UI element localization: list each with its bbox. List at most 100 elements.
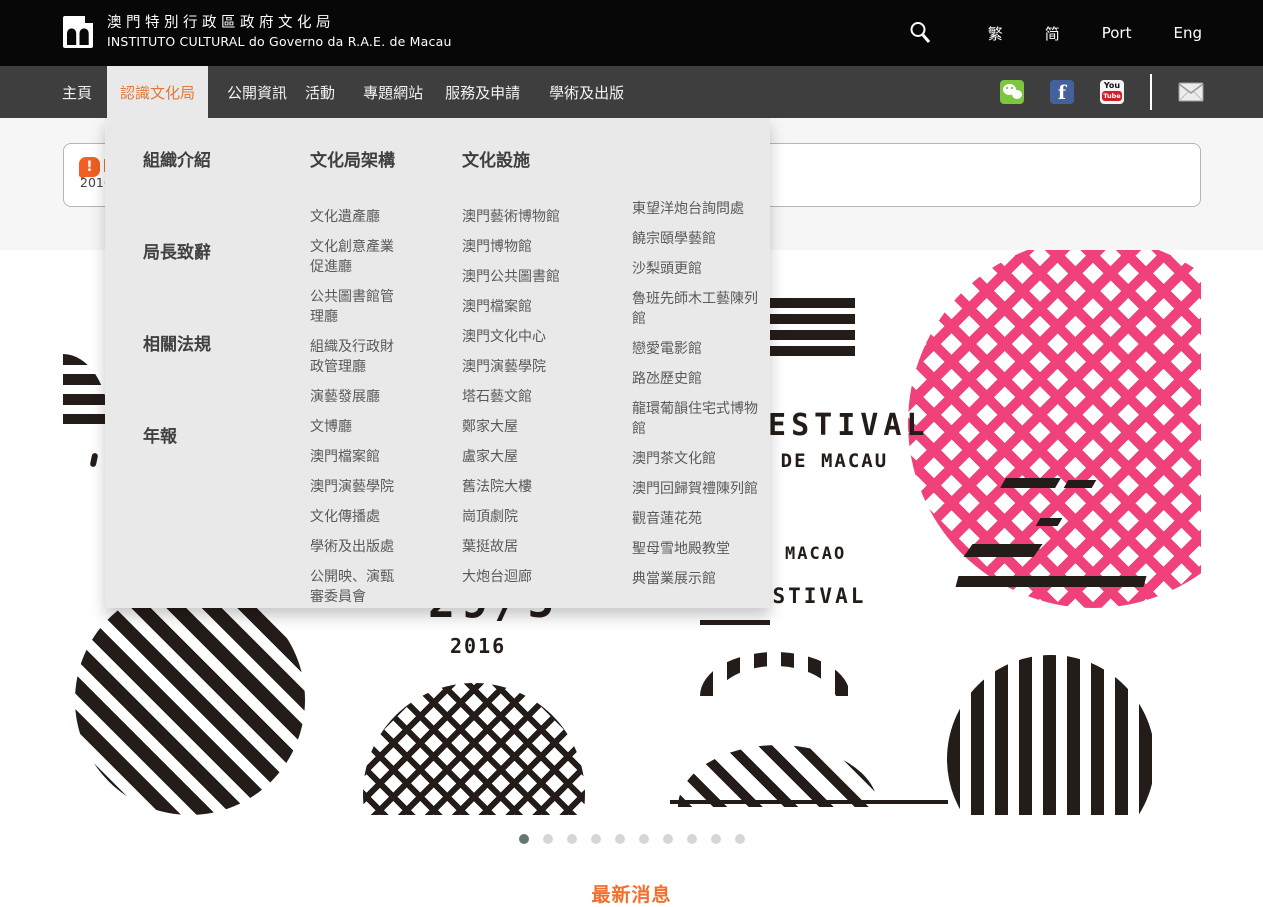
carousel-dot-4[interactable] xyxy=(591,834,601,844)
megamenu-structure-link[interactable]: 演藝發展廳 xyxy=(310,387,398,407)
banner-vertical-striped-circle xyxy=(947,655,1155,815)
megamenu-structure-link[interactable]: 文化傳播處 xyxy=(310,507,398,527)
megamenu-facilities-column-1: 文化設施 澳門藝術博物館澳門博物館澳門公共圖書館澳門檔案館澳門文化中心澳門演藝學… xyxy=(462,146,582,597)
alert-bubble-icon: ! xyxy=(79,157,100,177)
megamenu-facility-link[interactable]: 盧家大屋 xyxy=(462,447,582,467)
lang-english[interactable]: Eng xyxy=(1173,24,1202,42)
megamenu-structure-link[interactable]: 澳門檔案館 xyxy=(310,447,398,467)
megamenu-facility-link[interactable]: 觀音蓮花苑 xyxy=(632,509,760,529)
nav-item-home[interactable]: 主頁 xyxy=(62,66,92,118)
youtube-tube-text: Tube xyxy=(1102,91,1122,101)
megamenu-structure-link[interactable]: 文化創意產業促進廳 xyxy=(310,237,398,277)
site-header: 澳門特別行政區政府文化局 INSTITUTO CULTURAL do Gover… xyxy=(0,0,1263,66)
megamenu-facility-link[interactable]: 戀愛電影館 xyxy=(632,339,760,359)
megamenu-facilities-heading[interactable]: 文化設施 xyxy=(462,146,582,171)
facebook-icon[interactable]: f xyxy=(1050,80,1074,104)
megamenu-facility-link[interactable]: 澳門茶文化館 xyxy=(632,449,760,469)
lang-traditional-chinese[interactable]: 繁 xyxy=(988,23,1003,44)
banner-thin-bar xyxy=(700,620,770,625)
megamenu-facility-link[interactable]: 龍環葡韻住宅式博物館 xyxy=(632,399,760,439)
megamenu-facility-link[interactable]: 塔石藝文館 xyxy=(462,387,582,407)
lang-simplified-chinese[interactable]: 简 xyxy=(1045,23,1060,44)
megamenu-primary-link[interactable]: 局長致辭 xyxy=(143,238,211,263)
megamenu-structure-column: 文化局架構 文化遺產廳文化創意產業促進廳公共圖書館管理廳組織及行政財政管理廳演藝… xyxy=(310,146,398,617)
megamenu-facility-link[interactable]: 饒宗頤學藝館 xyxy=(632,229,760,249)
nav-item-publications[interactable]: 學術及出版 xyxy=(549,66,624,118)
megamenu-structure-link[interactable]: 文化遺產廳 xyxy=(310,207,398,227)
social-divider xyxy=(1150,74,1152,110)
banner-pink-accent-dash xyxy=(1000,478,1061,488)
carousel-dot-3[interactable] xyxy=(567,834,577,844)
megamenu-structure-link[interactable]: 公共圖書館管理廳 xyxy=(310,287,398,327)
wechat-icon[interactable] xyxy=(1000,80,1024,104)
megamenu-facility-link[interactable]: 澳門公共圖書館 xyxy=(462,267,582,287)
megamenu-primary-link[interactable]: 相關法規 xyxy=(143,330,211,355)
megamenu-facilities-list-1: 澳門藝術博物館澳門博物館澳門公共圖書館澳門檔案館澳門文化中心澳門演藝學院塔石藝文… xyxy=(462,207,582,587)
nav-item-thematic-sites[interactable]: 專題網站 xyxy=(363,66,423,118)
carousel-dot-5[interactable] xyxy=(615,834,625,844)
nav-item-about-active[interactable]: 認識文化局 xyxy=(107,66,208,118)
banner-pink-accent-dash xyxy=(1064,480,1097,488)
banner-horizontal-bars-top xyxy=(770,298,855,358)
megamenu-facility-link[interactable]: 聖母雪地殿教堂 xyxy=(632,539,760,559)
megamenu-structure-heading[interactable]: 文化局架構 xyxy=(310,146,398,171)
megamenu-facilities-list-2: 東望洋炮台詢問處饒宗頤學藝館沙梨頭更館魯班先師木工藝陳列館戀愛電影館路氹歷史館龍… xyxy=(632,199,760,589)
carousel-dot-8[interactable] xyxy=(687,834,697,844)
megamenu-facility-link[interactable]: 崗頂劇院 xyxy=(462,507,582,527)
megamenu-structure-link[interactable]: 文博廳 xyxy=(310,417,398,437)
logo-title-zh: 澳門特別行政區政府文化局 xyxy=(107,14,452,33)
megamenu-facility-link[interactable]: 澳門檔案館 xyxy=(462,297,582,317)
megamenu-primary-column: 組織介紹局長致辭相關法規年報 xyxy=(143,146,211,514)
banner-black-bar xyxy=(956,576,1147,587)
megamenu-structure-link[interactable]: 組織及行政財政管理廳 xyxy=(310,337,398,377)
megamenu-primary-list: 組織介紹局長致辭相關法規年報 xyxy=(143,146,211,447)
banner-dome-baseline xyxy=(670,800,948,804)
language-switcher: 繁 简 Port Eng xyxy=(908,0,1263,66)
megamenu-facility-link[interactable]: 葉挺故居 xyxy=(462,537,582,557)
nav-item-activities[interactable]: 活動 xyxy=(305,66,335,118)
banner-black-bar xyxy=(963,544,1042,557)
megamenu-facility-link[interactable]: 沙梨頭更館 xyxy=(632,259,760,279)
megamenu-facility-link[interactable]: 大炮台迴廊 xyxy=(462,567,582,587)
banner-dotted-arc xyxy=(700,652,850,696)
megamenu-facility-link[interactable]: 魯班先師木工藝陳列館 xyxy=(632,289,760,329)
megamenu-facility-link[interactable]: 澳門回歸賀禮陳列館 xyxy=(632,479,760,499)
banner-title-macao: MACAO xyxy=(785,544,846,564)
banner-dash-left xyxy=(90,453,99,468)
youtube-icon[interactable]: You Tube xyxy=(1100,80,1124,104)
carousel-dot-10[interactable] xyxy=(735,834,745,844)
nav-item-services[interactable]: 服務及申請 xyxy=(445,66,520,118)
carousel-dot-2[interactable] xyxy=(543,834,553,844)
megamenu-primary-link[interactable]: 年報 xyxy=(143,422,211,447)
megamenu-facility-link[interactable]: 澳門演藝學院 xyxy=(462,357,582,377)
megamenu-structure-link[interactable]: 公開映、演甄審委員會 xyxy=(310,567,398,607)
carousel-dot-6[interactable] xyxy=(639,834,649,844)
megamenu-facility-link[interactable]: 典當業展示館 xyxy=(632,569,760,589)
megamenu-structure-link[interactable]: 澳門演藝學院 xyxy=(310,477,398,497)
megamenu-facility-link[interactable]: 鄭家大屋 xyxy=(462,417,582,437)
carousel-dot-7[interactable] xyxy=(663,834,673,844)
megamenu-facility-link[interactable]: 舊法院大樓 xyxy=(462,477,582,497)
megamenu-facility-link[interactable]: 路氹歷史館 xyxy=(632,369,760,389)
bureau-logo-icon xyxy=(63,14,93,50)
megamenu-facility-link[interactable]: 澳門藝術博物館 xyxy=(462,207,582,227)
nav-item-public-info[interactable]: 公開資訊 xyxy=(227,66,287,118)
banner-pink-accent-dash xyxy=(1036,518,1063,526)
megamenu-primary-link[interactable]: 組織介紹 xyxy=(143,146,211,171)
banner-crosshatch-circle xyxy=(363,683,585,815)
logo-title-pt: INSTITUTO CULTURAL do Governo da R.A.E. … xyxy=(107,33,452,50)
search-icon[interactable] xyxy=(908,20,934,46)
carousel-dot-9[interactable] xyxy=(711,834,721,844)
email-icon[interactable] xyxy=(1178,82,1204,102)
megamenu-structure-link[interactable]: 學術及出版處 xyxy=(310,537,398,557)
megamenu-facility-link[interactable]: 東望洋炮台詢問處 xyxy=(632,199,760,219)
megamenu-facility-link[interactable]: 澳門博物館 xyxy=(462,237,582,257)
megamenu-facility-link[interactable]: 澳門文化中心 xyxy=(462,327,582,347)
lang-portuguese[interactable]: Port xyxy=(1102,24,1132,42)
carousel-dots xyxy=(519,834,745,844)
megamenu-facilities-column-2: 東望洋炮台詢問處饒宗頤學藝館沙梨頭更館魯班先師木工藝陳列館戀愛電影館路氹歷史館龍… xyxy=(632,199,760,599)
banner-title-festival: FESTIVAL xyxy=(745,408,930,443)
about-megamenu-panel: 組織介紹局長致辭相關法規年報 文化局架構 文化遺產廳文化創意產業促進廳公共圖書館… xyxy=(105,118,770,608)
carousel-dot-1[interactable] xyxy=(519,834,529,844)
site-logo[interactable]: 澳門特別行政區政府文化局 INSTITUTO CULTURAL do Gover… xyxy=(63,14,452,50)
